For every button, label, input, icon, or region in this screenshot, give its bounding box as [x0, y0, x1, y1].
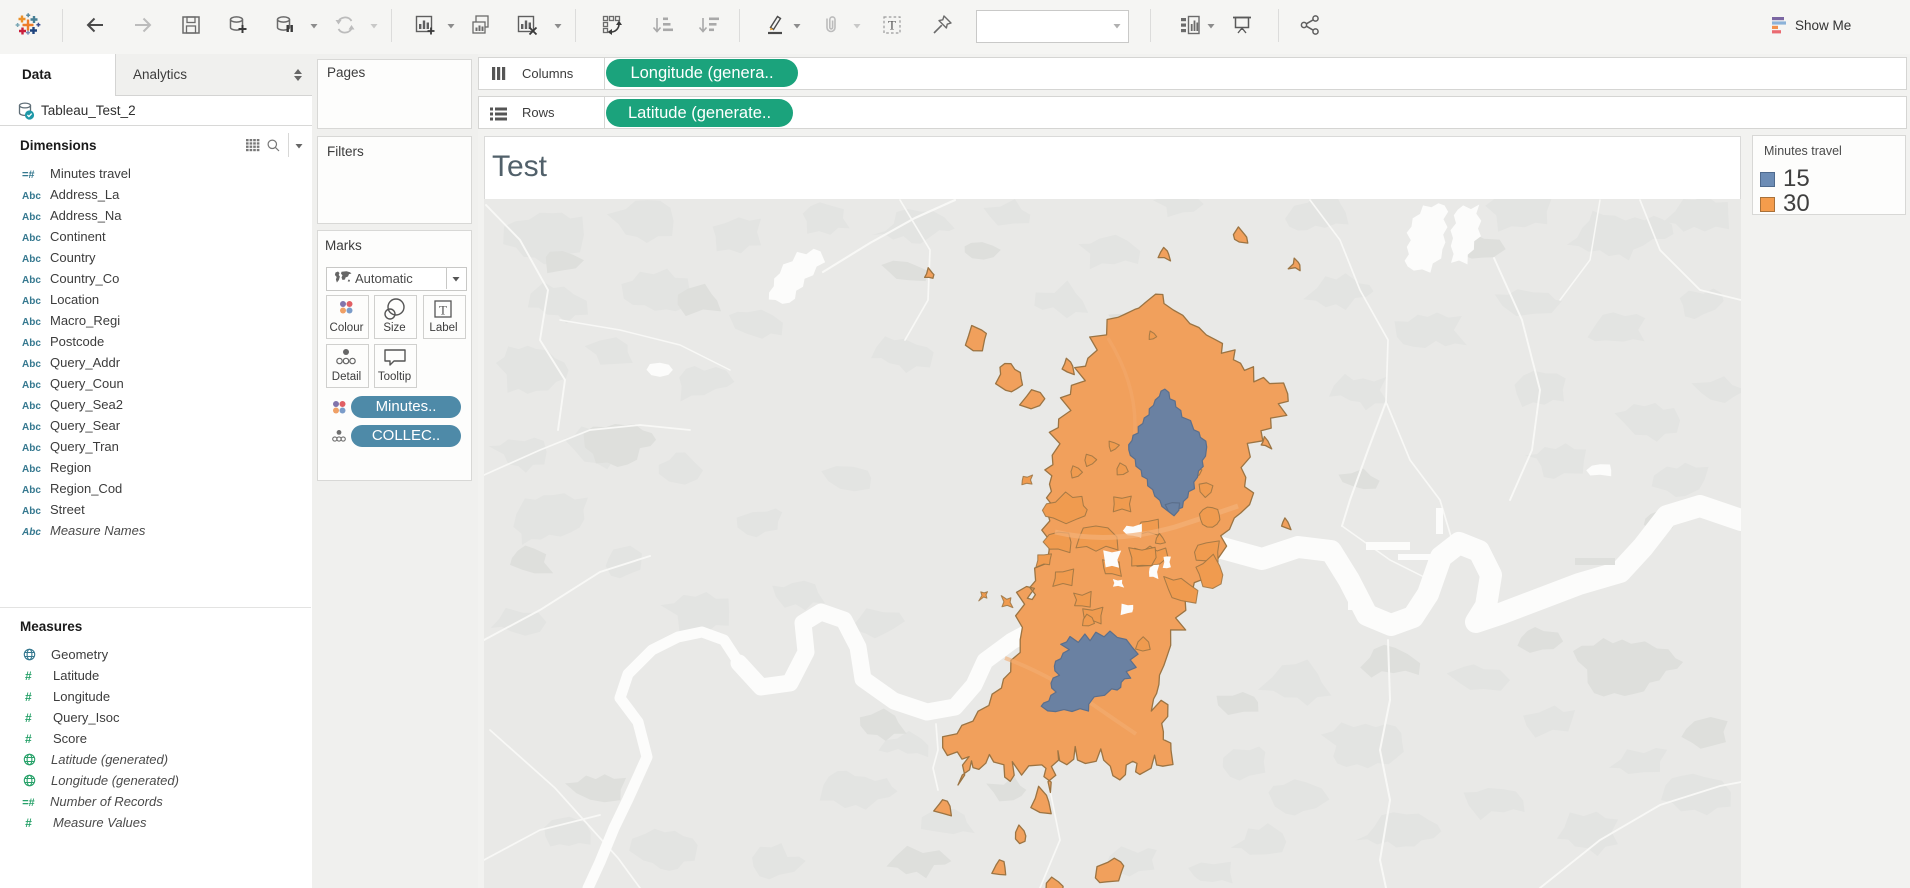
svg-text:T: T	[888, 18, 896, 33]
svg-text:T: T	[439, 303, 447, 318]
